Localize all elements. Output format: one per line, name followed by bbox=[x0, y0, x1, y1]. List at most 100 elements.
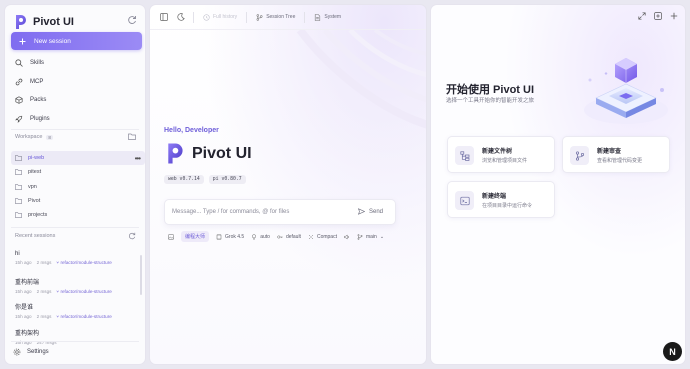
session-msg-count: 2 msgs bbox=[36, 260, 52, 265]
expand-icon[interactable] bbox=[638, 12, 646, 20]
send-button[interactable]: Send bbox=[357, 208, 383, 215]
sidebar-item-skills[interactable]: Skills bbox=[13, 54, 141, 73]
compress-icon bbox=[308, 234, 314, 239]
session-msg-count: 2 msgs bbox=[36, 288, 52, 294]
main-toolbar: Full history Session Tree System bbox=[150, 5, 426, 30]
scrollbar[interactable] bbox=[140, 255, 142, 295]
workspace-name: Pivot bbox=[28, 198, 41, 205]
new-terminal-card[interactable]: 新建终端 在项目目录中运行命令 bbox=[447, 181, 555, 218]
new-window-icon[interactable] bbox=[654, 12, 662, 20]
more-options-icon[interactable]: ••• bbox=[135, 154, 141, 163]
box-icon bbox=[15, 96, 23, 105]
refresh-sessions-icon[interactable] bbox=[128, 232, 136, 240]
chevron-down-icon: ⌄ bbox=[379, 233, 385, 240]
folder-icon bbox=[15, 198, 22, 204]
settings-button[interactable]: Settings bbox=[13, 348, 49, 356]
compact-button[interactable]: Compact bbox=[308, 234, 337, 240]
session-branch: ⑂ refactor/module-structure bbox=[56, 288, 112, 294]
card-title: 新建文件树 bbox=[482, 149, 513, 155]
welcome-panel: 开始使用 Pivot UI 选择一个工具开始你的智能开发之旅 新建文件树 浏览和… bbox=[430, 4, 686, 365]
sidebar-item-mcp[interactable]: MCP bbox=[13, 73, 141, 92]
user-avatar[interactable]: N bbox=[663, 342, 682, 361]
sidebar-item-label: Packs bbox=[30, 97, 47, 104]
card-description: 在项目目录中运行命令 bbox=[482, 203, 533, 209]
pivot-logo-icon bbox=[168, 143, 183, 164]
system-button[interactable]: System bbox=[309, 13, 346, 21]
session-item[interactable]: 你是谁 15h ago 2 msgs ⑂ refactor/module-struc… bbox=[15, 302, 143, 328]
workspace-list: pi-web ••• pitest vpn Pivot projects bbox=[11, 151, 145, 222]
compact-label: Compact bbox=[316, 233, 337, 240]
message-input[interactable]: Message... Type / for commands, @ for fi… bbox=[164, 199, 396, 225]
sidebar-icon bbox=[159, 13, 168, 21]
gear-icon bbox=[13, 348, 21, 356]
refresh-icon[interactable] bbox=[127, 15, 137, 25]
pi-version-badge: pi v0.80.7 bbox=[208, 175, 246, 184]
thinking-label: auto bbox=[260, 233, 270, 240]
workspace-item-pi-web[interactable]: pi-web ••• bbox=[11, 151, 145, 166]
workspace-header: Workspace 8 bbox=[15, 134, 53, 140]
card-title: 新建审查 bbox=[597, 149, 622, 155]
input-options-bar: 编程大师 Grok 4.5 auto default Compact main … bbox=[168, 231, 384, 242]
workspace-count-badge: 8 bbox=[46, 134, 53, 140]
session-msg-count: 2 msgs bbox=[36, 314, 52, 319]
new-file-tree-card[interactable]: 新建文件树 浏览和管理项目文件 bbox=[447, 136, 555, 173]
divider bbox=[11, 227, 139, 228]
history-icon bbox=[203, 13, 210, 21]
model-selector[interactable]: Grok 4.5 bbox=[216, 233, 244, 240]
session-branch: ⑂ refactor/module-structure bbox=[56, 314, 112, 319]
session-title: hi bbox=[15, 251, 20, 257]
branch-icon bbox=[256, 13, 263, 21]
add-folder-icon[interactable] bbox=[128, 133, 136, 140]
workspace-item-projects[interactable]: projects bbox=[11, 208, 145, 222]
bulb-icon bbox=[252, 233, 257, 240]
mode-chip[interactable]: 编程大师 bbox=[181, 231, 210, 242]
workspace-item-vpn[interactable]: vpn bbox=[11, 180, 145, 194]
session-item[interactable]: 重构前端 15h ago 2 msgs ⑂ refactor/module-stru… bbox=[15, 277, 143, 303]
git-branch-icon bbox=[570, 146, 589, 165]
full-history-button[interactable]: Full history bbox=[198, 13, 242, 21]
toolbar-divider bbox=[193, 11, 194, 23]
toggle-sidebar-button[interactable] bbox=[155, 9, 172, 26]
plus-icon[interactable] bbox=[670, 12, 678, 20]
sidebar-item-label: Plugins bbox=[30, 115, 50, 122]
background-swoosh bbox=[296, 30, 426, 129]
session-age: 15h ago bbox=[15, 260, 32, 265]
sidebar-item-packs[interactable]: Packs bbox=[13, 91, 141, 110]
recent-sessions-header: Recent sessions bbox=[15, 233, 55, 239]
sidebar-item-label: Skills bbox=[30, 60, 45, 67]
branch-selector[interactable]: main ⌄ bbox=[357, 234, 384, 240]
speaker-icon[interactable] bbox=[344, 233, 350, 240]
full-history-label: Full history bbox=[213, 14, 238, 20]
sidebar-item-plugins[interactable]: Plugins bbox=[13, 110, 141, 129]
file-tree-icon bbox=[455, 146, 474, 165]
send-label: Send bbox=[368, 208, 383, 215]
recent-sessions-list: hi 15h ago 2 msgs ⑂ refactor/module-struct… bbox=[15, 251, 143, 353]
toolbar-divider bbox=[304, 11, 306, 23]
workspace-item-pivot[interactable]: Pivot bbox=[11, 194, 145, 208]
session-title: 重构架构 bbox=[15, 330, 40, 337]
workspace-name: pi-web bbox=[28, 155, 45, 162]
web-version-badge: web v0.7.14 bbox=[164, 175, 204, 184]
terminal-icon bbox=[455, 191, 474, 210]
image-attach-icon[interactable] bbox=[168, 233, 174, 240]
theme-toggle-button[interactable] bbox=[172, 9, 189, 26]
workspace-name: vpn bbox=[28, 183, 37, 190]
sidebar-nav: Skills MCP Packs Plugins bbox=[13, 54, 141, 128]
folder-icon bbox=[15, 169, 22, 176]
recent-sessions-label: Recent sessions bbox=[15, 233, 56, 239]
folder-icon bbox=[15, 155, 22, 162]
session-item[interactable]: hi 15h ago 2 msgs ⑂ refactor/module-struct… bbox=[15, 251, 143, 277]
workspace-name: projects bbox=[28, 212, 48, 219]
permission-selector[interactable]: default bbox=[277, 234, 301, 240]
welcome-title: 开始使用 Pivot UI bbox=[446, 84, 535, 96]
session-tree-button[interactable]: Session Tree bbox=[251, 13, 300, 21]
new-session-button[interactable]: New session bbox=[11, 32, 142, 50]
moon-icon bbox=[176, 13, 185, 21]
greeting: Hello, Developer bbox=[164, 127, 219, 134]
settings-label: Settings bbox=[27, 349, 49, 355]
workspace-item-pitest[interactable]: pitest bbox=[11, 165, 145, 179]
session-title: 重构前端 bbox=[15, 279, 40, 286]
card-description: 查看和管理代码变更 bbox=[597, 158, 643, 164]
thinking-selector[interactable]: auto bbox=[251, 234, 270, 240]
new-review-card[interactable]: 新建审查 查看和管理代码变更 bbox=[562, 136, 670, 173]
